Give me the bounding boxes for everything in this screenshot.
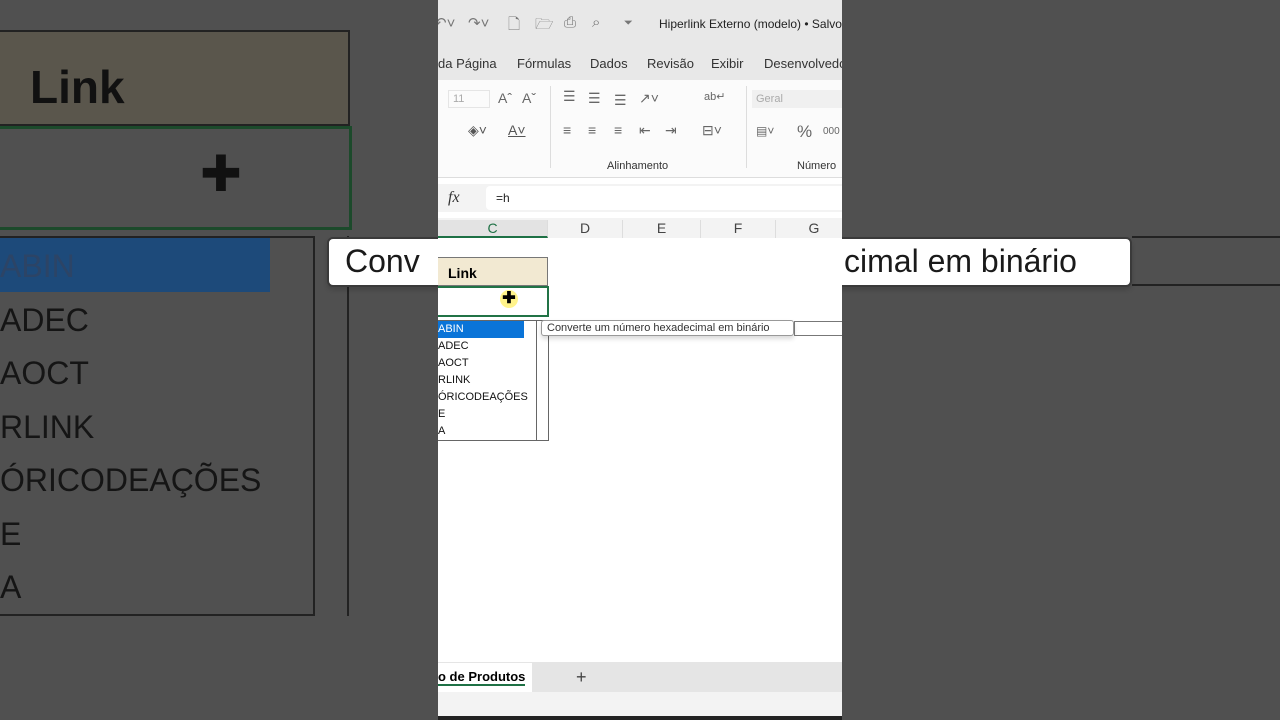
autocomplete-item[interactable]: A xyxy=(438,423,524,440)
zoom-icon[interactable]: ⌕ xyxy=(592,14,600,31)
bg-cursor-icon: ✚ xyxy=(200,146,242,202)
increase-indent-icon[interactable]: ⇥ xyxy=(665,122,677,139)
bg-item: A xyxy=(0,569,22,605)
customize-icon[interactable]: ⏷ xyxy=(624,17,633,30)
sheet-tabs-bar: o de Produtos + xyxy=(438,662,842,692)
merge-center-icon[interactable]: ⊟˅ xyxy=(702,122,722,139)
column-header-d[interactable]: D xyxy=(548,220,623,238)
print-preview-icon[interactable]: ⎙ xyxy=(564,14,576,31)
accounting-icon[interactable]: ▤˅ xyxy=(756,124,774,138)
bg-item: E xyxy=(0,515,22,552)
bg-header-cell: Link xyxy=(0,30,350,126)
fill-color-icon[interactable]: ◈˅ xyxy=(468,122,487,139)
tab-layout[interactable]: da Página xyxy=(438,56,497,71)
tab-review[interactable]: Revisão xyxy=(647,56,694,71)
autocomplete-item[interactable]: ÓRICODEAÇÕES xyxy=(438,389,528,406)
column-header-g[interactable]: G xyxy=(776,220,842,238)
autocomplete-item[interactable]: ABIN xyxy=(438,321,524,338)
increase-font-icon[interactable]: Aˆ xyxy=(498,90,512,106)
status-bar xyxy=(438,692,842,716)
align-bottom-icon[interactable]: ☰ xyxy=(614,92,627,109)
decrease-font-icon[interactable]: Aˇ xyxy=(522,90,536,106)
redo-icon[interactable]: ↷˅ xyxy=(468,14,489,32)
column-header-f[interactable]: F xyxy=(701,220,776,238)
ribbon-tabs: da Página Fórmulas Dados Revisão Exibir … xyxy=(438,46,842,80)
active-cell[interactable] xyxy=(438,286,549,317)
align-middle-icon[interactable]: ☰ xyxy=(588,90,601,107)
font-size-select[interactable]: 11 xyxy=(448,90,490,108)
group-alignment-label: Alinhamento xyxy=(607,160,669,172)
bg-header-text: Link xyxy=(30,61,125,113)
autocomplete-item[interactable]: ADEC xyxy=(438,338,524,355)
tab-data[interactable]: Dados xyxy=(590,56,628,71)
orientation-icon[interactable]: ↗˅ xyxy=(639,90,659,107)
formula-bar: fx =h xyxy=(438,184,842,212)
percent-button[interactable]: % xyxy=(797,122,812,142)
decrease-indent-icon[interactable]: ⇤ xyxy=(639,122,651,139)
undo-icon[interactable]: ↶˅ xyxy=(438,14,455,32)
link-header-cell[interactable]: Link xyxy=(438,257,548,286)
autocomplete-item[interactable]: AOCT xyxy=(438,355,524,372)
function-tooltip: Converte um número hexadecimal em binári… xyxy=(541,320,794,336)
sheet-tab-label: o de Produtos xyxy=(438,669,526,686)
bottom-edge xyxy=(438,716,842,720)
column-header-c[interactable]: C xyxy=(438,220,548,238)
title-bar: ↶˅ ↷˅ 🗋 🗁 ⎙ ⌕ ⏷ Hiperlink Externo (model… xyxy=(438,0,842,46)
open-icon[interactable]: 🗁 xyxy=(535,14,554,39)
tab-formulas[interactable]: Fórmulas xyxy=(517,56,571,71)
bg-tooltip-ext xyxy=(1132,236,1280,286)
bg-item: RLINK xyxy=(0,408,95,445)
bg-tooltip-right: cimal em binário xyxy=(844,243,1077,279)
column-header-e[interactable]: E xyxy=(623,220,701,238)
fx-icon[interactable]: fx xyxy=(448,189,460,207)
autocomplete-list: ABIN ADEC AOCT RLINK ÓRICODEAÇÕES E A xyxy=(438,320,549,441)
bg-item: ABIN xyxy=(0,238,270,292)
font-color-icon[interactable]: A˅ xyxy=(508,122,526,138)
bg-tooltip-left: Conv xyxy=(345,243,420,279)
formula-input[interactable]: =h xyxy=(486,186,842,210)
bg-item: ADEC xyxy=(0,301,89,338)
bg-scrollbar xyxy=(315,236,349,616)
new-file-icon[interactable]: 🗋 xyxy=(508,14,520,39)
column-headers: C D E F G xyxy=(438,218,842,238)
bg-autocomplete: ABIN ADEC AOCT RLINK ÓRICODEAÇÕES E A xyxy=(0,236,315,616)
sheet-tab-produtos[interactable]: o de Produtos xyxy=(438,663,532,692)
bg-active-cell xyxy=(0,126,352,230)
autocomplete-item[interactable]: E xyxy=(438,406,524,423)
wrap-text-icon[interactable]: ab↵ xyxy=(704,90,725,103)
align-center-icon[interactable]: ≡ xyxy=(588,122,596,138)
bg-item: AOCT xyxy=(0,355,89,391)
ribbon: 11 Aˆ Aˇ ◈˅ A˅ ☰ ☰ ☰ ↗˅ ≡ ≡ ≡ ⇤ ⇥ ab↵ ⊟˅… xyxy=(438,80,842,178)
align-right-icon[interactable]: ≡ xyxy=(614,122,622,138)
autocomplete-scrollbar[interactable] xyxy=(536,321,548,441)
bg-item: ÓRICODEAÇÕES xyxy=(0,462,262,498)
thousands-button[interactable]: 000 xyxy=(823,126,840,137)
window-title: Hiperlink Externo (modelo) • Salvo xyxy=(659,17,842,31)
group-number-label: Número xyxy=(797,160,837,172)
align-top-icon[interactable]: ☰ xyxy=(563,88,576,105)
excel-window: ↶˅ ↷˅ 🗋 🗁 ⎙ ⌕ ⏷ Hiperlink Externo (model… xyxy=(438,0,842,720)
tab-developer[interactable]: Desenvolvedo xyxy=(764,56,842,71)
cursor-cross-icon: ✚ xyxy=(500,290,518,308)
add-sheet-button[interactable]: + xyxy=(576,667,587,688)
align-left-icon[interactable]: ≡ xyxy=(563,122,571,138)
tooltip-extension xyxy=(794,321,842,336)
tab-view[interactable]: Exibir xyxy=(711,56,744,71)
autocomplete-item[interactable]: RLINK xyxy=(438,372,524,389)
number-format-select[interactable]: Geral xyxy=(752,90,842,108)
